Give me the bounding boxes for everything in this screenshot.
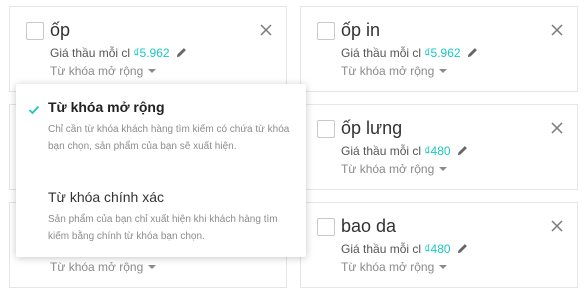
match-type-select[interactable]: Từ khóa mở rộng — [341, 260, 448, 275]
match-type-select[interactable]: Từ khóa mở rộng — [50, 260, 157, 275]
bid-label: Giá thầu mỗi cl — [50, 46, 131, 60]
option-description: Chỉ cần từ khóa khách hàng tìm kiếm có c… — [48, 124, 290, 152]
pencil-icon[interactable] — [176, 47, 187, 62]
caret-down-icon — [439, 69, 448, 73]
bid-row: Giá thầu mỗi cl ₫480 — [341, 144, 468, 160]
keyword-checkbox[interactable] — [317, 218, 335, 236]
match-type-label: Từ khóa mở rộng — [341, 162, 435, 176]
caret-down-icon — [148, 69, 157, 73]
bid-label: Giá thầu mỗi cl — [341, 46, 422, 60]
option-description: Sản phẩm của bạn chỉ xuất hiện khi khách… — [48, 214, 278, 242]
pencil-icon[interactable] — [457, 145, 468, 160]
caret-down-icon — [439, 167, 448, 171]
keyword-checkbox[interactable] — [317, 22, 335, 40]
match-type-select[interactable]: Từ khóa mở rộng — [341, 162, 448, 177]
keyword-text: ốp — [50, 20, 71, 40]
close-icon[interactable] — [258, 22, 274, 38]
bid-row: Giá thầu mỗi cl ₫480 — [341, 242, 468, 258]
pencil-icon[interactable] — [457, 243, 468, 258]
match-type-select[interactable]: Từ khóa mở rộng — [50, 64, 157, 79]
match-type-dropdown: Từ khóa mở rộng Chỉ cần từ khóa khách hà… — [16, 84, 306, 257]
bid-value[interactable]: ₫480 — [424, 242, 450, 256]
bid-row: Giá thầu mỗi cl ₫5.962 — [341, 46, 478, 62]
keyword-text: ốp lưng — [341, 118, 403, 138]
bid-value[interactable]: ₫480 — [424, 144, 450, 158]
option-title: Từ khóa chính xác — [48, 189, 164, 205]
bid-row: Giá thầu mỗi cl ₫5.962 — [50, 46, 187, 62]
keyword-card: ốp lưng Giá thầu mỗi cl ₫480 Từ khóa mở … — [300, 104, 578, 190]
option-title: Từ khóa mở rộng — [48, 99, 165, 115]
close-icon[interactable] — [549, 218, 565, 234]
bid-value[interactable]: ₫5.962 — [133, 46, 169, 60]
close-icon[interactable] — [549, 120, 565, 136]
keyword-card: ốp in Giá thầu mỗi cl ₫5.962 Từ khóa mở … — [300, 6, 578, 92]
keyword-checkbox[interactable] — [26, 22, 44, 40]
match-type-select[interactable]: Từ khóa mở rộng — [341, 64, 448, 79]
close-icon[interactable] — [549, 22, 565, 38]
keyword-text: bao da — [341, 216, 397, 236]
checkmark-icon — [28, 102, 40, 115]
caret-down-icon — [439, 265, 448, 269]
match-type-label: Từ khóa mở rộng — [341, 260, 435, 274]
keyword-card: bao da Giá thầu mỗi cl ₫480 Từ khóa mở r… — [300, 202, 578, 288]
bid-value[interactable]: ₫5.962 — [424, 46, 460, 60]
bid-label: Giá thầu mỗi cl — [341, 144, 422, 158]
caret-down-icon — [148, 265, 157, 269]
keyword-card: ốp Giá thầu mỗi cl ₫5.962 Từ khóa mở rộn… — [9, 6, 287, 92]
match-type-label: Từ khóa mở rộng — [341, 64, 435, 78]
match-type-label: Từ khóa mở rộng — [50, 260, 144, 274]
keyword-checkbox[interactable] — [317, 120, 335, 138]
match-type-label: Từ khóa mở rộng — [50, 64, 144, 78]
pencil-icon[interactable] — [467, 47, 478, 62]
bid-label: Giá thầu mỗi cl — [341, 242, 422, 256]
keyword-text: ốp in — [341, 20, 381, 40]
